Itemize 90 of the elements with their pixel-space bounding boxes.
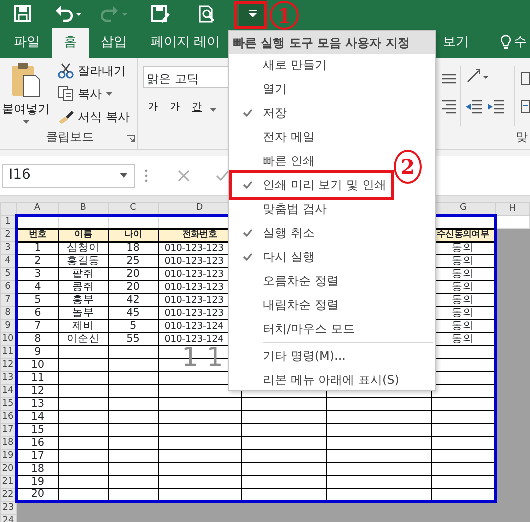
table-cell: 5	[108, 320, 158, 332]
decrease-indent-icon[interactable]	[466, 100, 482, 114]
ribbon-tab[interactable]: 삽입	[89, 28, 139, 58]
row-header[interactable]: 23	[0, 502, 16, 514]
column-heading: 번호	[16, 228, 58, 242]
menu-title: 빠른 실행 도구 모음 사용자 지정	[229, 31, 435, 54]
increase-indent-icon[interactable]	[488, 100, 504, 114]
table-cell: 42	[108, 294, 158, 306]
table-cell: 17	[16, 450, 58, 462]
table-cell: 흥부	[58, 294, 108, 306]
table-cell: 11	[16, 372, 58, 384]
table-cell: 팥쥐	[58, 268, 108, 280]
menu-item[interactable]: 인쇄 미리 보기 및 인쇄	[233, 177, 386, 193]
table-cell: 20	[108, 268, 158, 280]
check-icon	[243, 229, 253, 237]
table-cell: 14	[16, 410, 58, 424]
annotation-number: 2	[394, 150, 422, 184]
underline-button[interactable]: 간	[190, 100, 204, 115]
table-cell: 15	[16, 424, 58, 436]
column-heading: 이름	[58, 228, 108, 242]
check-icon	[243, 253, 253, 261]
ribbon-tab[interactable]: 파일	[2, 28, 52, 58]
menu-item[interactable]: 저장	[233, 105, 287, 121]
menu-item[interactable]: 전자 메일	[233, 129, 315, 145]
dialog-launcher-icon[interactable]	[127, 135, 135, 143]
table-cell: 18	[16, 462, 58, 476]
caret-icon	[106, 92, 113, 96]
merge-icon[interactable]	[521, 100, 530, 113]
check-icon	[243, 181, 253, 189]
name-box[interactable]: I16	[2, 164, 135, 188]
copy-icon	[58, 86, 74, 102]
table-cell: 25	[108, 254, 158, 268]
italic-button[interactable]: 가	[168, 100, 182, 115]
table-cell: 2	[16, 254, 58, 268]
menu-item[interactable]: 리본 메뉴 아래에 표시(S)	[233, 372, 400, 388]
orientation-icon[interactable]	[467, 68, 489, 84]
annotation-number: 1	[270, 1, 299, 30]
table-cell: 45	[108, 306, 158, 320]
caret-icon[interactable]	[120, 173, 128, 178]
table-cell: 홍길동	[58, 254, 108, 268]
caret-icon[interactable]	[210, 108, 217, 112]
table-cell: 6	[16, 306, 58, 320]
table-cell: 제비	[58, 320, 108, 332]
align-bottom-icon[interactable]	[442, 74, 456, 84]
bold-button[interactable]: 가	[146, 100, 160, 115]
ribbon-tab[interactable]: 수	[489, 28, 530, 58]
enter-icon[interactable]	[216, 170, 230, 182]
copy-button[interactable]: 복사	[56, 85, 115, 103]
highlight-box	[234, 1, 267, 29]
format-painter-button[interactable]: 서식 복사	[56, 108, 132, 126]
column-header[interactable]: A	[16, 202, 58, 216]
menu-item[interactable]: 기타 명령(M)...	[233, 348, 346, 364]
brush-icon	[58, 109, 74, 125]
clipboard-icon	[11, 62, 41, 98]
menu-item[interactable]: 빠른 인쇄	[233, 153, 315, 169]
cut-button[interactable]: 잘라내기	[56, 62, 128, 80]
paste-button[interactable]: 붙여넣기	[0, 62, 52, 124]
column-header[interactable]: B	[58, 202, 108, 216]
table-cell: 12	[16, 384, 58, 398]
table-cell: 콩쥐	[58, 280, 108, 294]
table-cell: 1	[16, 242, 58, 254]
table-cell: 놀부	[58, 306, 108, 320]
group-label: 맞	[516, 129, 528, 146]
wrap-text-icon[interactable]	[521, 72, 530, 85]
check-icon	[243, 109, 253, 117]
table-cell: 16	[16, 436, 58, 450]
caret-icon	[22, 120, 30, 124]
table-cell: 9	[16, 346, 58, 358]
table-cell: 심청이	[58, 242, 108, 254]
dots-icon	[145, 168, 148, 182]
table-cell: 20	[108, 280, 158, 294]
group-label: 클립보드	[46, 129, 94, 146]
table-cell: 10	[16, 358, 58, 372]
align-right-icon[interactable]	[442, 100, 456, 114]
ribbon-tab[interactable]: 홈	[52, 28, 89, 58]
column-heading: 나이	[108, 228, 158, 242]
table-cell: 3	[16, 268, 58, 280]
table-cell: 8	[16, 332, 58, 346]
table-cell: 이순신	[58, 332, 108, 346]
table-cell: 7	[16, 320, 58, 332]
table-cell: 55	[108, 332, 158, 346]
column-header[interactable]: H	[496, 202, 530, 216]
table-cell: 18	[108, 242, 158, 254]
table-cell: 13	[16, 398, 58, 410]
lightbulb-icon	[501, 35, 511, 51]
scissors-icon	[58, 63, 74, 79]
table-cell: 5	[16, 294, 58, 306]
table-cell: 4	[16, 280, 58, 294]
table-cell: 19	[16, 476, 58, 488]
column-header[interactable]: C	[108, 202, 158, 216]
